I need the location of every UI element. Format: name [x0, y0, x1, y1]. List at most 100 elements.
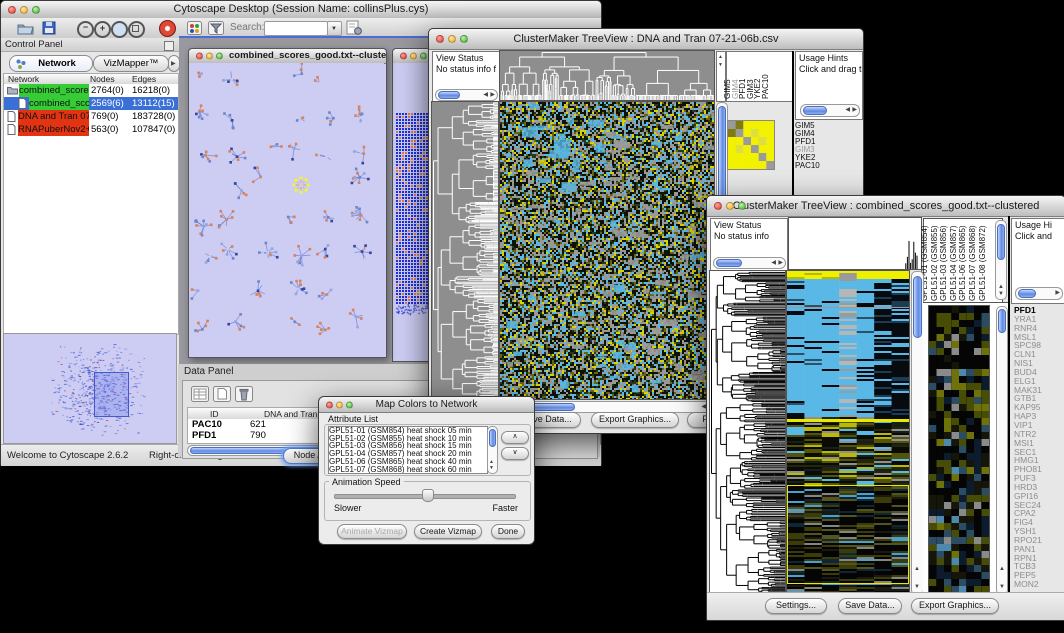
cm2-column-labels[interactable]: GPL51-01 (GSM854)GPL51-02 (GSM855)GPL51-… [923, 218, 1003, 304]
cm2-title-bar[interactable]: ClusterMaker TreeView : combined_scores_… [707, 196, 1064, 217]
minimize-icon[interactable] [448, 35, 456, 43]
network-edges: 107847(0) [132, 123, 178, 136]
cm2-zoom-heatmap[interactable] [929, 306, 989, 593]
main-title-bar[interactable]: Cytoscape Desktop (Session Name: collins… [1, 1, 601, 19]
move-down-button[interactable]: ∨ [501, 447, 529, 460]
minimize-icon[interactable] [336, 401, 343, 408]
move-up-button[interactable]: ∧ [501, 431, 529, 444]
data-panel-title: Data Panel [184, 366, 233, 377]
minimize-icon[interactable] [726, 202, 734, 210]
annotation-icon[interactable] [346, 20, 362, 35]
close-icon[interactable] [196, 53, 203, 60]
network2-view-canvas[interactable] [393, 63, 432, 359]
cm2-export-graphics-button[interactable]: Export Graphics... [911, 598, 999, 614]
zoom-icon[interactable] [32, 6, 40, 14]
zoom-out-icon[interactable]: − [77, 21, 94, 38]
minimize-icon[interactable] [206, 53, 213, 60]
network-row-1[interactable]: combined_scores 2764(0) 16218(0) [4, 84, 178, 97]
close-icon[interactable] [326, 401, 333, 408]
network-name: DNA and Tran 07 [18, 110, 89, 123]
file-icon [7, 124, 16, 135]
attribute-list-label: Attribute List [328, 414, 378, 424]
network-row-4[interactable]: RNAPuberNov2+ 563(0) 107847(0) [4, 123, 178, 136]
cm1-row-dendrogram[interactable] [432, 102, 498, 399]
data-row-id: PAC10 [192, 419, 242, 430]
tab-vizmapper[interactable]: VizMapper™ [93, 55, 169, 72]
cm2-heatmap[interactable] [787, 271, 909, 593]
more-tabs-button[interactable] [168, 55, 180, 72]
close-icon[interactable] [400, 53, 407, 60]
cm2-zoom-vscrollbar[interactable] [996, 306, 1008, 595]
cm1-gene-labels[interactable]: GIM5GIM4PFD1GIM3YKE2PAC10 [795, 122, 835, 170]
network-nodes: 2569(6) [91, 97, 131, 110]
new-attribute-icon[interactable] [213, 386, 231, 402]
data-row-value: 621 [250, 419, 310, 430]
filter-icon[interactable] [208, 21, 224, 35]
cm2-row-dendrogram[interactable] [710, 271, 785, 593]
zoom-icon[interactable] [346, 401, 353, 408]
create-vizmap-button[interactable]: Create Vizmap [414, 524, 482, 539]
speed-slider-knob[interactable] [422, 489, 434, 502]
cm1-column-labels[interactable]: GIM5GIM4PFD1GIM3YKE2PAC10 [726, 51, 794, 102]
network-view-window-1[interactable]: combined_scores_good.txt--cluste... [188, 48, 387, 358]
save-icon[interactable] [42, 21, 56, 35]
network-edges: 183728(0) [132, 110, 178, 123]
zoom-in-icon[interactable]: + [94, 21, 111, 38]
close-icon[interactable] [436, 35, 444, 43]
zoom-selected-icon[interactable] [111, 21, 128, 38]
cm1-export-graphics-button[interactable]: Export Graphics... [591, 412, 679, 428]
tab-network[interactable]: Network [9, 55, 93, 72]
dialog-title-bar[interactable]: Map Colors to Network [319, 397, 534, 413]
cm2-panel-divider [1008, 216, 1010, 615]
cm2-title: ClusterMaker TreeView : combined_scores_… [733, 200, 1040, 212]
cm1-status-hscrollbar[interactable] [435, 89, 498, 101]
float-panel-icon[interactable] [164, 41, 174, 51]
cm2-hints-hscrollbar[interactable] [1015, 287, 1063, 300]
open-file-icon[interactable] [17, 21, 34, 35]
animate-vizmap-button[interactable]: Animate Vizmap [337, 524, 407, 539]
minimize-icon[interactable] [20, 6, 28, 14]
delete-attribute-icon[interactable] [235, 386, 253, 402]
cm1-title-bar[interactable]: ClusterMaker TreeView : DNA and Tran 07-… [429, 29, 863, 50]
status-welcome: Welcome to Cytoscape 2.6.2 [7, 450, 128, 461]
cm1-hints-hscrollbar[interactable] [800, 104, 860, 117]
file-icon [7, 111, 16, 122]
network-nodes: 769(0) [91, 110, 131, 123]
cm2-column-dendrogram[interactable] [789, 218, 921, 269]
search-dropdown[interactable] [327, 21, 342, 36]
zoom-icon[interactable] [738, 202, 746, 210]
cm1-heatmap[interactable] [500, 102, 714, 399]
cm1-column-dendrogram[interactable] [500, 51, 714, 100]
cm2-labels-vscrollbar[interactable] [995, 220, 1007, 300]
close-icon[interactable] [714, 202, 722, 210]
network-row-3[interactable]: DNA and Tran 07 769(0) 183728(0) [4, 110, 178, 123]
attribute-table-icon[interactable] [191, 386, 209, 402]
network1-title-bar[interactable]: combined_scores_good.txt--cluste... [189, 49, 386, 64]
cm1-similarity-matrix[interactable] [728, 121, 774, 169]
cm2-save-data-button[interactable]: Save Data... [838, 598, 902, 614]
zoom-icon[interactable] [460, 35, 468, 43]
network1-view-canvas[interactable] [189, 63, 384, 355]
cm2-gene-list[interactable]: PFD1YRA1RNR4MSL1SPC98CLN1NIS1BUD4ELG1MAK… [1014, 306, 1062, 593]
network-overview-thumbnail[interactable] [4, 334, 176, 443]
network-row-2-selected[interactable]: combined_sco 2569(6) 13112(15) [4, 97, 178, 110]
zoom-fit-icon[interactable] [128, 21, 145, 38]
minimize-icon[interactable] [410, 53, 417, 60]
zoom-icon[interactable] [420, 53, 427, 60]
search-input[interactable] [264, 21, 328, 36]
zoom-icon[interactable] [216, 53, 223, 60]
modify-network-icon[interactable] [187, 21, 202, 35]
cm2-usage-hints-panel: Usage Hi Click and [1011, 218, 1064, 304]
attribute-list-vscrollbar[interactable] [487, 426, 498, 474]
done-button[interactable]: Done [491, 524, 525, 539]
usage-hints-label: Usage Hints [799, 53, 862, 63]
cm1-title: ClusterMaker TreeView : DNA and Tran 07-… [513, 33, 778, 45]
attribute-list[interactable]: GPL51-01 (GSM854) heat shock 05 minGPL51… [328, 426, 488, 474]
cm2-status-hscrollbar[interactable] [713, 257, 786, 269]
window-controls[interactable] [8, 6, 44, 14]
cm2-settings-button[interactable]: Settings... [765, 598, 827, 614]
screen: Cytoscape Desktop (Session Name: collins… [0, 0, 1064, 633]
map-colors-dialog: Map Colors to Network Attribute List GPL… [318, 396, 535, 545]
close-icon[interactable] [8, 6, 16, 14]
help-lifering-icon[interactable] [159, 20, 176, 37]
